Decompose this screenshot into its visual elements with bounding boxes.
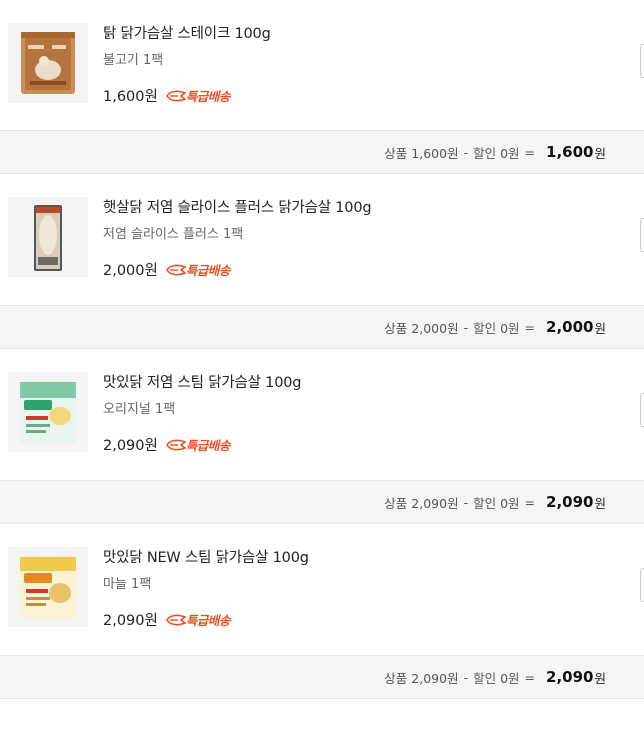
product-price: 1,600원 (103, 89, 158, 105)
summary-total-unit: 원 (594, 145, 606, 161)
summary-product-label: 상품 (384, 670, 408, 686)
product-thumbnail[interactable] (8, 372, 88, 452)
summary-discount-label: 할인 (473, 145, 497, 161)
product-option: 불고기 1팩 (103, 53, 164, 68)
summary-total-unit: 원 (594, 495, 606, 511)
quantity-control[interactable] (640, 218, 644, 252)
quantity-control[interactable] (640, 568, 644, 602)
summary-total: 1,600 (546, 143, 594, 161)
product-title[interactable]: 탉 닭가슴살 스테이크 100g (103, 22, 271, 43)
product-option: 오리지널 1팩 (103, 402, 176, 417)
rocket-delivery-icon (165, 439, 186, 450)
summary-minus: - (463, 144, 469, 160)
product-image-steak-pack (8, 23, 88, 103)
summary-discount-label: 할인 (473, 320, 497, 336)
product-thumbnail[interactable] (8, 547, 88, 627)
summary-product-label: 상품 (384, 495, 408, 511)
quantity-control[interactable] (640, 393, 644, 427)
cart-item: 맛있닭 저염 스팀 닭가슴살 100g 오리지널 1팩 2,090원 특급배송 (0, 349, 644, 480)
product-price: 2,000원 (103, 263, 158, 279)
product-thumbnail[interactable] (8, 197, 88, 277)
delivery-badge-label: 특급배송 (185, 89, 231, 104)
product-title[interactable]: 맛있닭 NEW 스팀 닭가슴살 100g (103, 546, 309, 567)
summary-equals: = (524, 494, 536, 510)
delivery-badge: 특급배송 (165, 435, 231, 454)
summary-product-label: 상품 (384, 145, 408, 161)
summary-total-unit: 원 (594, 670, 606, 686)
delivery-badge: 특급배송 (165, 260, 231, 279)
product-image-steam-garlic-pack (8, 547, 88, 627)
order-summary: 상품 1,600원 - 할인 0원 = 1,600 원 (0, 130, 644, 174)
rocket-delivery-icon (165, 90, 186, 101)
summary-total: 2,000 (546, 318, 594, 336)
cart-item: 햇살닭 저염 슬라이스 플러스 닭가슴살 100g 저염 슬라이스 플러스 1팩… (0, 174, 644, 305)
summary-equals: = (524, 669, 536, 685)
summary-product-amount: 2,090원 (411, 670, 459, 686)
summary-discount-label: 할인 (473, 495, 497, 511)
product-title[interactable]: 햇살닭 저염 슬라이스 플러스 닭가슴살 100g (103, 196, 372, 217)
summary-equals: = (524, 144, 536, 160)
summary-discount-label: 할인 (473, 670, 497, 686)
order-summary: 상품 2,090원 - 할인 0원 = 2,090 원 (0, 480, 644, 524)
summary-minus: - (463, 669, 469, 685)
delivery-badge: 특급배송 (165, 610, 231, 629)
summary-product-amount: 1,600원 (411, 145, 459, 161)
summary-product-label: 상품 (384, 320, 408, 336)
summary-discount-amount: 0원 (500, 320, 520, 336)
summary-discount-amount: 0원 (500, 495, 520, 511)
product-image-steam-original-pack (8, 372, 88, 452)
delivery-badge-label: 특급배송 (185, 613, 231, 628)
summary-discount-amount: 0원 (500, 145, 520, 161)
order-summary: 상품 2,000원 - 할인 0원 = 2,000 원 (0, 305, 644, 349)
quantity-control[interactable] (640, 44, 644, 78)
product-option: 저염 슬라이스 플러스 1팩 (103, 227, 244, 242)
summary-total: 2,090 (546, 493, 594, 511)
delivery-badge: 특급배송 (165, 86, 231, 105)
cart-item: 탉 닭가슴살 스테이크 100g 불고기 1팩 1,600원 특급배송 (0, 0, 644, 130)
summary-total: 2,090 (546, 668, 594, 686)
delivery-badge-label: 특급배송 (185, 438, 231, 453)
summary-product-amount: 2,000원 (411, 320, 459, 336)
summary-discount-amount: 0원 (500, 670, 520, 686)
product-title[interactable]: 맛있닭 저염 스팀 닭가슴살 100g (103, 371, 301, 392)
order-summary: 상품 2,090원 - 할인 0원 = 2,090 원 (0, 655, 644, 699)
rocket-delivery-icon (165, 614, 186, 625)
cart-item: 맛있닭 NEW 스팀 닭가슴살 100g 마늘 1팩 2,090원 특급배송 (0, 524, 644, 655)
product-option: 마늘 1팩 (103, 577, 152, 592)
delivery-badge-label: 특급배송 (185, 263, 231, 278)
product-price: 2,090원 (103, 438, 158, 454)
summary-minus: - (463, 494, 469, 510)
product-image-sliced-chicken-pack (8, 197, 88, 277)
summary-equals: = (524, 319, 536, 335)
rocket-delivery-icon (165, 264, 186, 275)
summary-minus: - (463, 319, 469, 335)
product-thumbnail[interactable] (8, 23, 88, 103)
product-price: 2,090원 (103, 613, 158, 629)
summary-total-unit: 원 (594, 320, 606, 336)
summary-product-amount: 2,090원 (411, 495, 459, 511)
